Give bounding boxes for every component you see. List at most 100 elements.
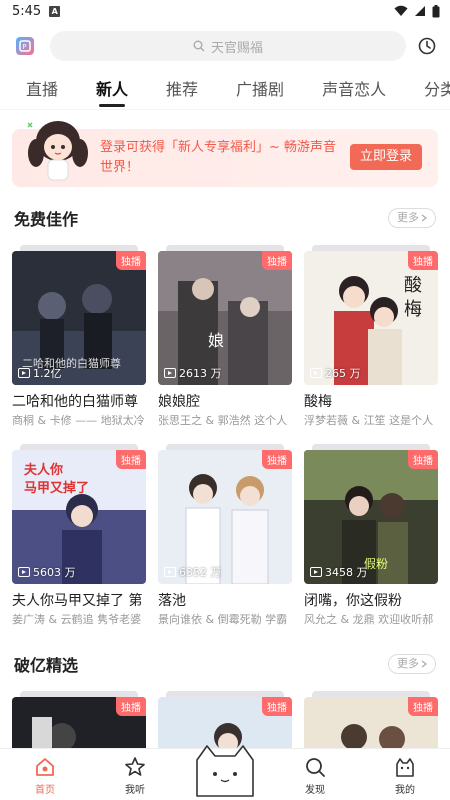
play-count-value: 3458 万 <box>325 566 368 579</box>
album-title: 夫人你马甲又掉了 第 <box>12 593 143 608</box>
play-count: 1.2亿 <box>18 365 62 381</box>
play-icon <box>310 567 322 577</box>
album-subtitle: 风允之 & 龙鼎 欢迎收听郝 <box>304 613 434 626</box>
tab-radio-drama[interactable]: 广播剧 <box>236 70 284 110</box>
play-count-value: 265 万 <box>325 367 361 380</box>
login-button[interactable]: 立即登录 <box>349 144 422 170</box>
search-row: P 天官赐福 <box>0 24 450 68</box>
album-subtitle: 姜广涛 & 云鹤追 隽爷老婆 <box>12 613 142 626</box>
star-icon <box>125 757 145 776</box>
play-count: 5603 万 <box>18 564 76 580</box>
svg-text:马甲又掉了: 马甲又掉了 <box>24 480 89 496</box>
home-icon <box>36 758 54 776</box>
album-title: 落池 <box>158 593 186 608</box>
nav-label: 首页 <box>35 785 55 796</box>
free-works-grid: 二哈和他的白猫师尊 独播 1.2亿 二哈和他的白猫师尊 商桐 & 卡修 —— 地… <box>0 245 450 627</box>
cat-icon <box>196 745 254 797</box>
album-cover[interactable]: 夫人你 马甲又掉了 独播 5603 万 <box>12 450 146 584</box>
nav-home[interactable]: 首页 <box>15 756 75 796</box>
album-card[interactable]: 独播 6352 万 落池 景向谁依 & 倒霉死勒 学霸 <box>158 444 292 627</box>
svg-text:梅: 梅 <box>404 299 422 320</box>
album-cover[interactable]: 娘 独播 2613 万 <box>158 251 292 385</box>
album-card[interactable]: 二哈和他的白猫师尊 独播 1.2亿 二哈和他的白猫师尊 商桐 & 卡修 —— 地… <box>12 245 146 428</box>
album-subtitle: 张思王之 & 郭浩然 这个人 <box>158 414 288 427</box>
play-count: 3458 万 <box>310 564 368 580</box>
banner-text: 登录可获得「新人专享福利」~ 畅游声音世界！ <box>100 140 337 175</box>
album-cover[interactable]: 二哈和他的白猫师尊 独播 1.2亿 <box>12 251 146 385</box>
album-title: 酸梅 <box>304 394 332 409</box>
battery-icon <box>432 4 440 17</box>
play-count: 265 万 <box>310 365 361 381</box>
exclusive-badge: 独播 <box>408 697 438 716</box>
search-icon <box>306 758 325 777</box>
album-card[interactable]: 夫人你 马甲又掉了 独播 5603 万 夫人你马甲又掉了 第 姜广涛 & 云鹤追 … <box>12 444 146 627</box>
play-count-value: 1.2亿 <box>33 367 62 380</box>
nav-mine[interactable]: 我的 <box>375 756 435 796</box>
exclusive-badge: 独播 <box>262 251 292 270</box>
play-icon <box>164 567 176 577</box>
signal-icon <box>415 6 425 16</box>
play-icon <box>18 368 30 378</box>
nav-discover[interactable]: 发现 <box>285 756 345 796</box>
album-subtitle: 景向谁依 & 倒霉死勒 学霸 <box>158 613 288 626</box>
play-count: 2613 万 <box>164 365 222 381</box>
play-count-value: 6352 万 <box>179 566 222 579</box>
exclusive-badge: 独播 <box>116 697 146 716</box>
app-logo-icon[interactable]: P <box>16 37 34 55</box>
album-card[interactable]: 酸梅 独播 265 万 酸梅 浮梦若薇 & 江笙 这是个人 <box>304 245 438 428</box>
bottom-navigation: 首页 我听 发现 我的 <box>0 745 450 800</box>
exclusive-badge: 独播 <box>408 251 438 270</box>
category-tabs: 直播 新人 推荐 广播剧 声音恋人 分类 <box>0 70 450 110</box>
chevron-right-icon <box>421 214 427 222</box>
search-input[interactable]: 天官赐福 <box>50 31 406 61</box>
exclusive-badge: 独播 <box>262 697 292 716</box>
album-cover[interactable]: 酸梅 独播 265 万 <box>304 251 438 385</box>
tab-category[interactable]: 分类 <box>424 70 450 110</box>
nav-listening[interactable]: 我听 <box>105 756 165 796</box>
album-card[interactable]: 娘 独播 2613 万 娘娘腔 张思王之 & 郭浩然 这个人 <box>158 245 292 428</box>
status-bar: 5:45 A <box>0 0 450 22</box>
chevron-right-icon <box>421 660 427 668</box>
album-title: 闭嘴，你这假粉 <box>304 593 402 608</box>
tab-voice-lover[interactable]: 声音恋人 <box>322 70 386 110</box>
section-title: 免费佳作 <box>14 210 79 229</box>
nav-label: 发现 <box>305 785 325 796</box>
play-count-value: 2613 万 <box>179 367 222 380</box>
tab-live[interactable]: 直播 <box>26 70 58 110</box>
login-banner[interactable]: 登录可获得「新人专享福利」~ 畅游声音世界！ 立即登录 <box>12 121 438 187</box>
nav-label: 我听 <box>125 785 145 796</box>
search-icon <box>193 40 205 52</box>
mascot-girl-illustration <box>27 121 88 181</box>
tab-recommend[interactable]: 推荐 <box>166 70 198 110</box>
exclusive-badge: 独播 <box>408 450 438 469</box>
svg-text:夫人你: 夫人你 <box>24 462 63 478</box>
play-icon <box>164 368 176 378</box>
nav-center-mascot[interactable] <box>195 744 255 797</box>
section-title: 破亿精选 <box>14 656 79 675</box>
album-subtitle: 浮梦若薇 & 江笙 这是个人 <box>304 414 434 427</box>
tab-newcomer[interactable]: 新人 <box>96 70 128 110</box>
more-button[interactable]: 更多 <box>388 654 436 674</box>
notification-icon: A <box>49 5 61 17</box>
section-header-free: 免费佳作 更多 <box>0 203 450 233</box>
play-icon <box>18 567 30 577</box>
exclusive-badge: 独播 <box>262 450 292 469</box>
history-button[interactable] <box>416 35 438 57</box>
album-title: 娘娘腔 <box>158 394 200 409</box>
album-title: 二哈和他的白猫师尊 <box>12 394 138 409</box>
nav-label: 我的 <box>395 785 415 796</box>
album-subtitle: 商桐 & 卡修 —— 地狱太冷 <box>12 414 145 427</box>
svg-text:P: P <box>22 43 26 51</box>
search-placeholder: 天官赐福 <box>210 40 263 56</box>
svg-text:酸: 酸 <box>404 275 422 296</box>
album-cover[interactable]: 独播 6352 万 <box>158 450 292 584</box>
more-label: 更多 <box>397 211 419 224</box>
more-label: 更多 <box>397 657 419 670</box>
album-cover[interactable]: 假粉 独播 3458 万 <box>304 450 438 584</box>
exclusive-badge: 独播 <box>116 251 146 270</box>
section-header-hits: 破亿精选 更多 <box>0 649 450 679</box>
more-button[interactable]: 更多 <box>388 208 436 228</box>
clock-icon <box>418 37 436 55</box>
album-card[interactable]: 假粉 独播 3458 万 闭嘴，你这假粉 风允之 & 龙鼎 欢迎收听郝 <box>304 444 438 627</box>
wifi-icon <box>394 5 408 16</box>
